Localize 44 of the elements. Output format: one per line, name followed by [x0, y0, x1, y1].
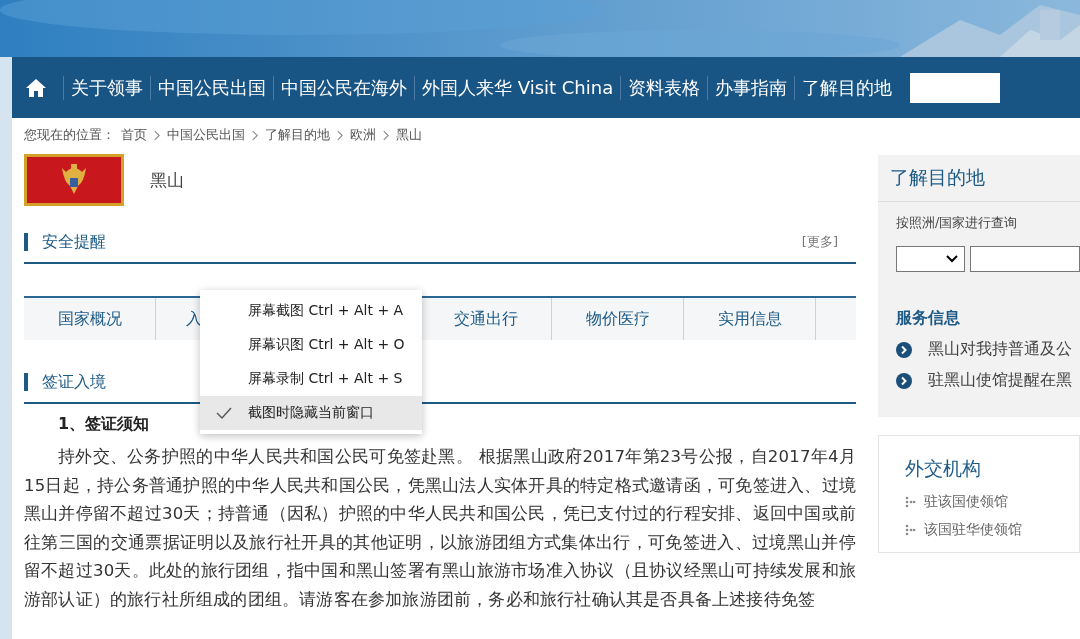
section-title: 服务信息 [896, 308, 961, 329]
nav-link[interactable]: 中国公民出国 [158, 75, 266, 100]
country-name: 黑山 [150, 168, 184, 192]
dots-icon [905, 496, 916, 508]
breadcrumb-link[interactable]: 中国公民出国 [167, 126, 245, 144]
nav-link[interactable]: 资料表格 [628, 75, 701, 100]
dots-icon [905, 524, 916, 536]
menu-item[interactable]: 屏幕截图 Ctrl + Alt + A [200, 294, 422, 328]
breadcrumb-link[interactable]: 了解目的地 [265, 126, 330, 144]
title-bar [24, 233, 28, 251]
sidebar-title: 外交机构 [905, 456, 982, 481]
section-title: 签证入境 [42, 371, 106, 393]
chevron-icon [382, 129, 390, 141]
nav-link[interactable]: 中国公民在海外 [281, 75, 407, 100]
section-title: 安全提醒 [42, 231, 106, 253]
service-link[interactable]: 黑山对我持普通及公 [928, 339, 1072, 360]
menu-item[interactable]: 屏幕识图 Ctrl + Alt + O [200, 328, 422, 362]
breadcrumb-link[interactable]: 首页 [121, 126, 147, 144]
menu-item[interactable]: 截图时隐藏当前窗口 [200, 396, 422, 430]
institution-link[interactable]: 驻该国使领馆 [924, 493, 1008, 511]
nav-link[interactable]: 外国人来华 Visit China [422, 75, 614, 100]
chevron-icon [251, 129, 259, 141]
breadcrumb-link[interactable]: 黑山 [396, 126, 422, 144]
continent-select[interactable] [896, 246, 965, 272]
service-link[interactable]: 驻黑山使馆提醒在黑 [928, 370, 1072, 391]
check-icon [216, 406, 232, 420]
search-field[interactable] [910, 72, 1001, 103]
chevron-icon [336, 129, 344, 141]
paragraph: 持外交、公务护照的中华人民共和国公民可免签赴黑。 根据黑山政府2017年第23号公报，自2017年4月15日起，持公务普通护照的中华人民共和国公民，凭黑山法人实体开具的特定格式邀请函，可免签进入、过境黑山并停留不超过30天；持普通（因私）护照的中华人民共和国公民，凭已支付过的行程安排、返回中国或前往第三国的交通票据证明以及旅行社开具的其他证明，以旅游团组方式集体出行，可免签进入、过境黑山并停留不超过30天。此处的旅行团组，指中国和黑山签署有黑山旅游市场准入协议（且协议经黑山可持续发展和旅游部认证）的旅行社所组成的团组。请游客在参加旅游团前，务必和旅行社确认其是否具备上述接待免签 [24, 446, 856, 611]
breadcrumb-label: 您现在的位置： [24, 126, 115, 144]
subheading: 1、签证须知 [58, 414, 150, 435]
caret-icon [946, 255, 958, 263]
nav-link[interactable]: 了解目的地 [802, 75, 893, 100]
nav-link[interactable]: 关于领事 [71, 75, 143, 100]
menu-item[interactable]: 屏幕录制 Ctrl + Alt + S [200, 362, 422, 396]
country-field[interactable] [970, 246, 1080, 272]
query-label: 按照洲/国家进行查询 [896, 214, 1019, 232]
breadcrumb-link[interactable]: 欧洲 [350, 126, 376, 144]
institution-link[interactable]: 该国驻华使领馆 [924, 521, 1022, 539]
sidebar-title: 了解目的地 [878, 155, 1080, 202]
nav-link[interactable]: 办事指南 [715, 75, 788, 100]
title-bar [24, 373, 28, 391]
more-link[interactable]: [更多] [801, 233, 838, 251]
chevron-icon [153, 129, 161, 141]
